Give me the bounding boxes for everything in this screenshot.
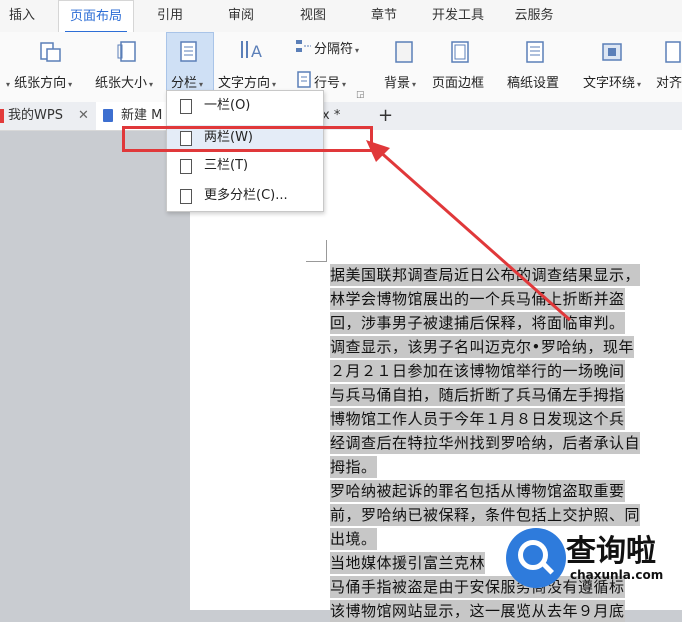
ribbon-tab-bar: 插入 页面布局 引用 审阅 视图 章节 开发工具 云服务 <box>0 0 682 33</box>
watermark-logo-icon <box>506 528 566 588</box>
doc-line: 拇指。 <box>330 456 377 478</box>
tab-sections[interactable]: 章节 <box>364 0 404 32</box>
tab-cloud[interactable]: 云服务 <box>507 0 561 32</box>
doc-line: 经调查后在特拉华州找到罗哈纳，后者承认自 <box>330 432 641 454</box>
doc-line: 与兵马俑自拍，随后折断了兵马俑左手拇指 <box>330 384 625 406</box>
orientation-icon <box>38 40 62 68</box>
text-direction-button[interactable]: 文字方向 ▾ <box>218 72 276 91</box>
background-button[interactable]: 背景 ▾ <box>384 72 416 91</box>
align-icon <box>664 40 682 68</box>
tab-insert[interactable]: 插入 <box>4 0 40 32</box>
word-doc-icon <box>103 109 113 122</box>
background-label: 背景 <box>384 76 411 91</box>
page-border-icon <box>450 40 470 68</box>
paper-orientation-label: 纸张方向 <box>14 76 67 91</box>
doc-line: ２月２１日参加在该博物馆举行的一场晚间 <box>330 360 625 382</box>
page-border-button[interactable]: 页面边框 <box>432 72 484 91</box>
columns-label: 分栏 <box>171 76 198 91</box>
line-number-icon <box>296 70 312 92</box>
separator-button[interactable]: 分隔符 ▾ <box>314 38 359 57</box>
doc-line: 前，罗哈纳已被保释，条件包括上交护照、同 <box>330 504 641 526</box>
text-wrap-label: 文字环绕 <box>583 76 636 91</box>
three-columns-icon <box>180 159 192 174</box>
line-number-label: 行号 <box>314 76 341 91</box>
svg-text:A: A <box>251 42 262 61</box>
separator-label: 分隔符 <box>314 42 354 57</box>
tab-view[interactable]: 视图 <box>293 0 333 32</box>
paper-size-icon <box>116 40 140 68</box>
manuscript-button[interactable]: 稿纸设置 <box>507 72 559 91</box>
ribbon: ▾ 纸张方向 ▾ 纸张大小 ▾ 分栏 ▾ A 文字方向 ▾ 分隔符 ▾ 行号 ▾ 背景 ▾ <box>0 32 682 103</box>
line-number-button[interactable]: 行号 ▾ <box>314 72 346 91</box>
background-icon <box>394 40 414 68</box>
manuscript-icon <box>525 40 545 68</box>
tab-review[interactable]: 审阅 <box>221 0 261 32</box>
menu-item-one-column[interactable]: 一栏(O) <box>167 93 323 119</box>
dialog-launcher-icon[interactable]: ◲ <box>356 90 365 100</box>
columns-icon <box>179 40 199 68</box>
margin-mark <box>326 240 327 262</box>
paper-size-label: 纸张大小 <box>95 76 148 91</box>
more-columns-icon <box>180 189 192 204</box>
new-tab-button[interactable]: + <box>378 102 393 130</box>
text-direction-icon: A <box>238 38 264 66</box>
annotation-arrow <box>366 140 571 322</box>
paper-orientation-button[interactable]: ▾ 纸张方向 ▾ <box>4 72 72 91</box>
doc-line: 调查显示，该男子名叫迈克尔•罗哈纳，现年 <box>330 336 634 358</box>
watermark-text: 查询啦 <box>566 534 656 569</box>
tab-references[interactable]: 引用 <box>150 0 190 32</box>
wps-logo-icon <box>0 109 4 123</box>
tab-my-wps[interactable]: 我的WPS <box>8 102 63 130</box>
menu-item-label: 更多分栏(C)... <box>204 188 288 203</box>
separator-icon <box>294 38 312 58</box>
doc-line: 博物馆工作人员于今年１月８日发现这个兵 <box>330 408 625 430</box>
one-column-icon <box>180 99 192 114</box>
columns-button[interactable]: 分栏 ▾ <box>171 72 203 91</box>
tab-page-layout[interactable]: 页面布局 <box>58 0 134 33</box>
align-button[interactable]: 对齐 <box>656 72 682 91</box>
doc-line: 罗哈纳被起诉的罪名包括从博物馆盗取重要 <box>330 480 625 502</box>
tab-my-wps-close-icon[interactable]: ✕ <box>78 102 89 130</box>
margin-mark-h <box>306 261 326 262</box>
menu-item-label: 一栏(O) <box>204 98 251 113</box>
paper-size-button[interactable]: 纸张大小 ▾ <box>95 72 153 91</box>
doc-line: 该博物馆网站显示，这一展览从去年９月底 <box>330 600 625 622</box>
doc-line: 当地媒体援引富兰克林 <box>330 552 486 574</box>
menu-item-more-columns[interactable]: 更多分栏(C)... <box>167 183 323 209</box>
highlight-box <box>122 126 373 152</box>
menu-item-three-columns[interactable]: 三栏(T) <box>167 153 323 179</box>
text-direction-label: 文字方向 <box>218 76 271 91</box>
text-wrap-icon <box>600 40 624 68</box>
watermark-url: chaxunla.com <box>570 568 664 582</box>
text-wrap-button[interactable]: 文字环绕 ▾ <box>583 72 641 91</box>
tab-developer[interactable]: 开发工具 <box>425 0 491 32</box>
doc-line: 出境。 <box>330 528 377 550</box>
menu-item-label: 三栏(T) <box>204 158 249 173</box>
